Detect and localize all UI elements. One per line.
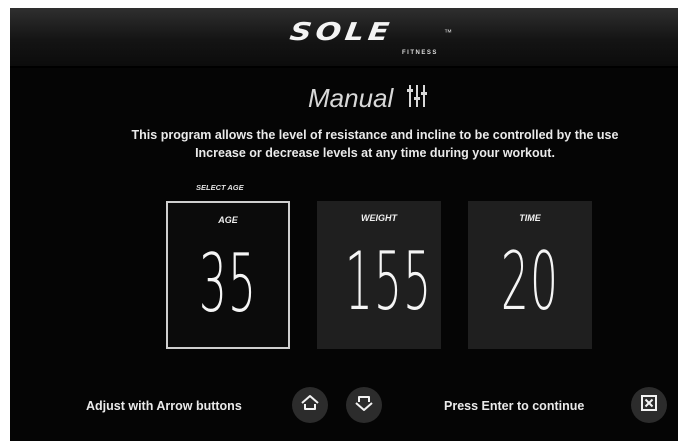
header-bar: SOLE ™ FITNESS	[10, 8, 678, 68]
arrow-down-button[interactable]	[346, 387, 382, 423]
age-label: AGE	[218, 215, 238, 225]
age-card[interactable]: AGE 35	[166, 201, 290, 349]
arrow-up-icon	[299, 392, 321, 419]
weight-label: WEIGHT	[361, 213, 397, 223]
enter-instructions: Press Enter to continue	[444, 399, 585, 413]
logo-subtext: FITNESS	[402, 50, 438, 56]
description-line-2: Increase or decrease levels at any time …	[195, 146, 555, 160]
logo-trademark: ™	[444, 28, 452, 37]
age-value: 35	[198, 237, 258, 330]
console-screen: SOLE ™ FITNESS Manual This program allow…	[10, 8, 678, 441]
arrow-down-icon	[353, 392, 375, 419]
weight-card[interactable]: WEIGHT 155	[317, 201, 441, 349]
time-value: 20	[500, 235, 560, 328]
logo-text: SOLE	[287, 18, 395, 47]
time-card[interactable]: TIME 20	[468, 201, 592, 349]
sliders-icon	[407, 83, 428, 114]
enter-button[interactable]	[631, 387, 667, 423]
selection-prompt: SELECT AGE	[196, 183, 244, 192]
program-title-row: Manual	[308, 78, 428, 118]
time-label: TIME	[519, 213, 541, 223]
description-line-1: This program allows the level of resista…	[131, 128, 619, 142]
sole-fitness-logo: SOLE ™ FITNESS	[288, 16, 462, 60]
enter-icon	[640, 394, 658, 417]
weight-value: 155	[344, 235, 433, 328]
adjust-instructions: Adjust with Arrow buttons	[86, 399, 242, 413]
arrow-up-button[interactable]	[292, 387, 328, 423]
program-title: Manual	[308, 82, 394, 113]
program-description: This program allows the level of resista…	[55, 126, 678, 162]
